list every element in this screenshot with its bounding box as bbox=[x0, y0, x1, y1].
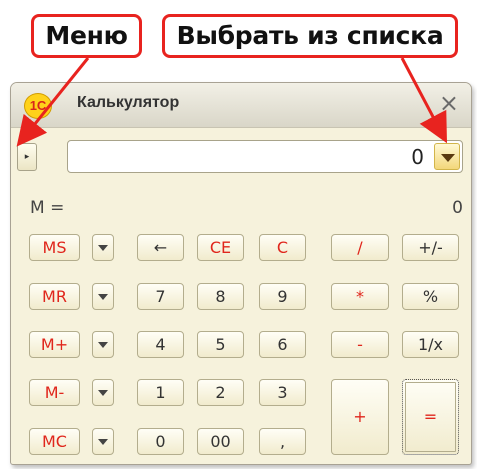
reciprocal-button[interactable]: 1/x bbox=[402, 331, 459, 358]
mc-dropdown-button[interactable] bbox=[92, 428, 114, 455]
m-plus-dropdown-button[interactable] bbox=[92, 331, 114, 358]
m-plus-button[interactable]: M+ bbox=[29, 331, 80, 358]
ms-dropdown-button[interactable] bbox=[92, 234, 114, 261]
close-icon[interactable]: × bbox=[439, 89, 459, 117]
c-button[interactable]: C bbox=[259, 234, 306, 261]
digit-8-button[interactable]: 8 bbox=[197, 283, 244, 310]
digit-9-button[interactable]: 9 bbox=[259, 283, 306, 310]
select-from-list-callout: Выбрать из списка bbox=[162, 14, 458, 58]
ms-button[interactable]: MS bbox=[29, 234, 80, 261]
chevron-down-icon bbox=[98, 294, 108, 300]
chevron-down-icon bbox=[441, 154, 455, 162]
digit-6-button[interactable]: 6 bbox=[259, 331, 306, 358]
m-minus-button[interactable]: M- bbox=[29, 379, 80, 406]
chevron-down-icon bbox=[98, 342, 108, 348]
multiply-button[interactable]: * bbox=[331, 283, 389, 310]
digit-7-button[interactable]: 7 bbox=[137, 283, 184, 310]
calculator-window: 1С Калькулятор × ▸ 0 M = 0 MS ← CE C / +… bbox=[10, 82, 472, 465]
window-title: Калькулятор bbox=[77, 94, 180, 111]
chevron-down-icon bbox=[98, 390, 108, 396]
digit-4-button[interactable]: 4 bbox=[137, 331, 184, 358]
mr-button[interactable]: MR bbox=[29, 283, 80, 310]
display-field[interactable]: 0 bbox=[67, 140, 463, 173]
digit-2-button[interactable]: 2 bbox=[197, 379, 244, 406]
mc-button[interactable]: MC bbox=[29, 428, 80, 455]
plus-button[interactable]: + bbox=[331, 379, 389, 455]
minus-button[interactable]: - bbox=[331, 331, 389, 358]
digit-5-button[interactable]: 5 bbox=[197, 331, 244, 358]
digit-0-button[interactable]: 0 bbox=[137, 428, 184, 455]
select-from-list-button[interactable] bbox=[434, 143, 460, 170]
plus-minus-button[interactable]: +/- bbox=[402, 234, 459, 261]
memory-label: M = bbox=[30, 198, 65, 218]
chevron-down-icon bbox=[98, 245, 108, 251]
m-minus-dropdown-button[interactable] bbox=[92, 379, 114, 406]
backspace-button[interactable]: ← bbox=[137, 234, 184, 261]
digit-1-button[interactable]: 1 bbox=[137, 379, 184, 406]
digit-3-button[interactable]: 3 bbox=[259, 379, 306, 406]
ce-button[interactable]: CE bbox=[197, 234, 244, 261]
comma-button[interactable]: , bbox=[259, 428, 306, 455]
percent-button[interactable]: % bbox=[402, 283, 459, 310]
display-value: 0 bbox=[411, 145, 424, 169]
menu-button[interactable]: ▸ bbox=[17, 143, 37, 171]
menu-callout: Меню bbox=[31, 14, 142, 58]
divide-button[interactable]: / bbox=[331, 234, 389, 261]
title-bar: 1С Калькулятор × bbox=[11, 83, 471, 128]
mr-dropdown-button[interactable] bbox=[92, 283, 114, 310]
chevron-down-icon bbox=[98, 439, 108, 445]
1c-logo-icon: 1С bbox=[24, 93, 52, 119]
memory-value: 0 bbox=[452, 198, 463, 218]
equals-button[interactable]: = bbox=[402, 379, 459, 455]
double-zero-button[interactable]: 00 bbox=[197, 428, 244, 455]
